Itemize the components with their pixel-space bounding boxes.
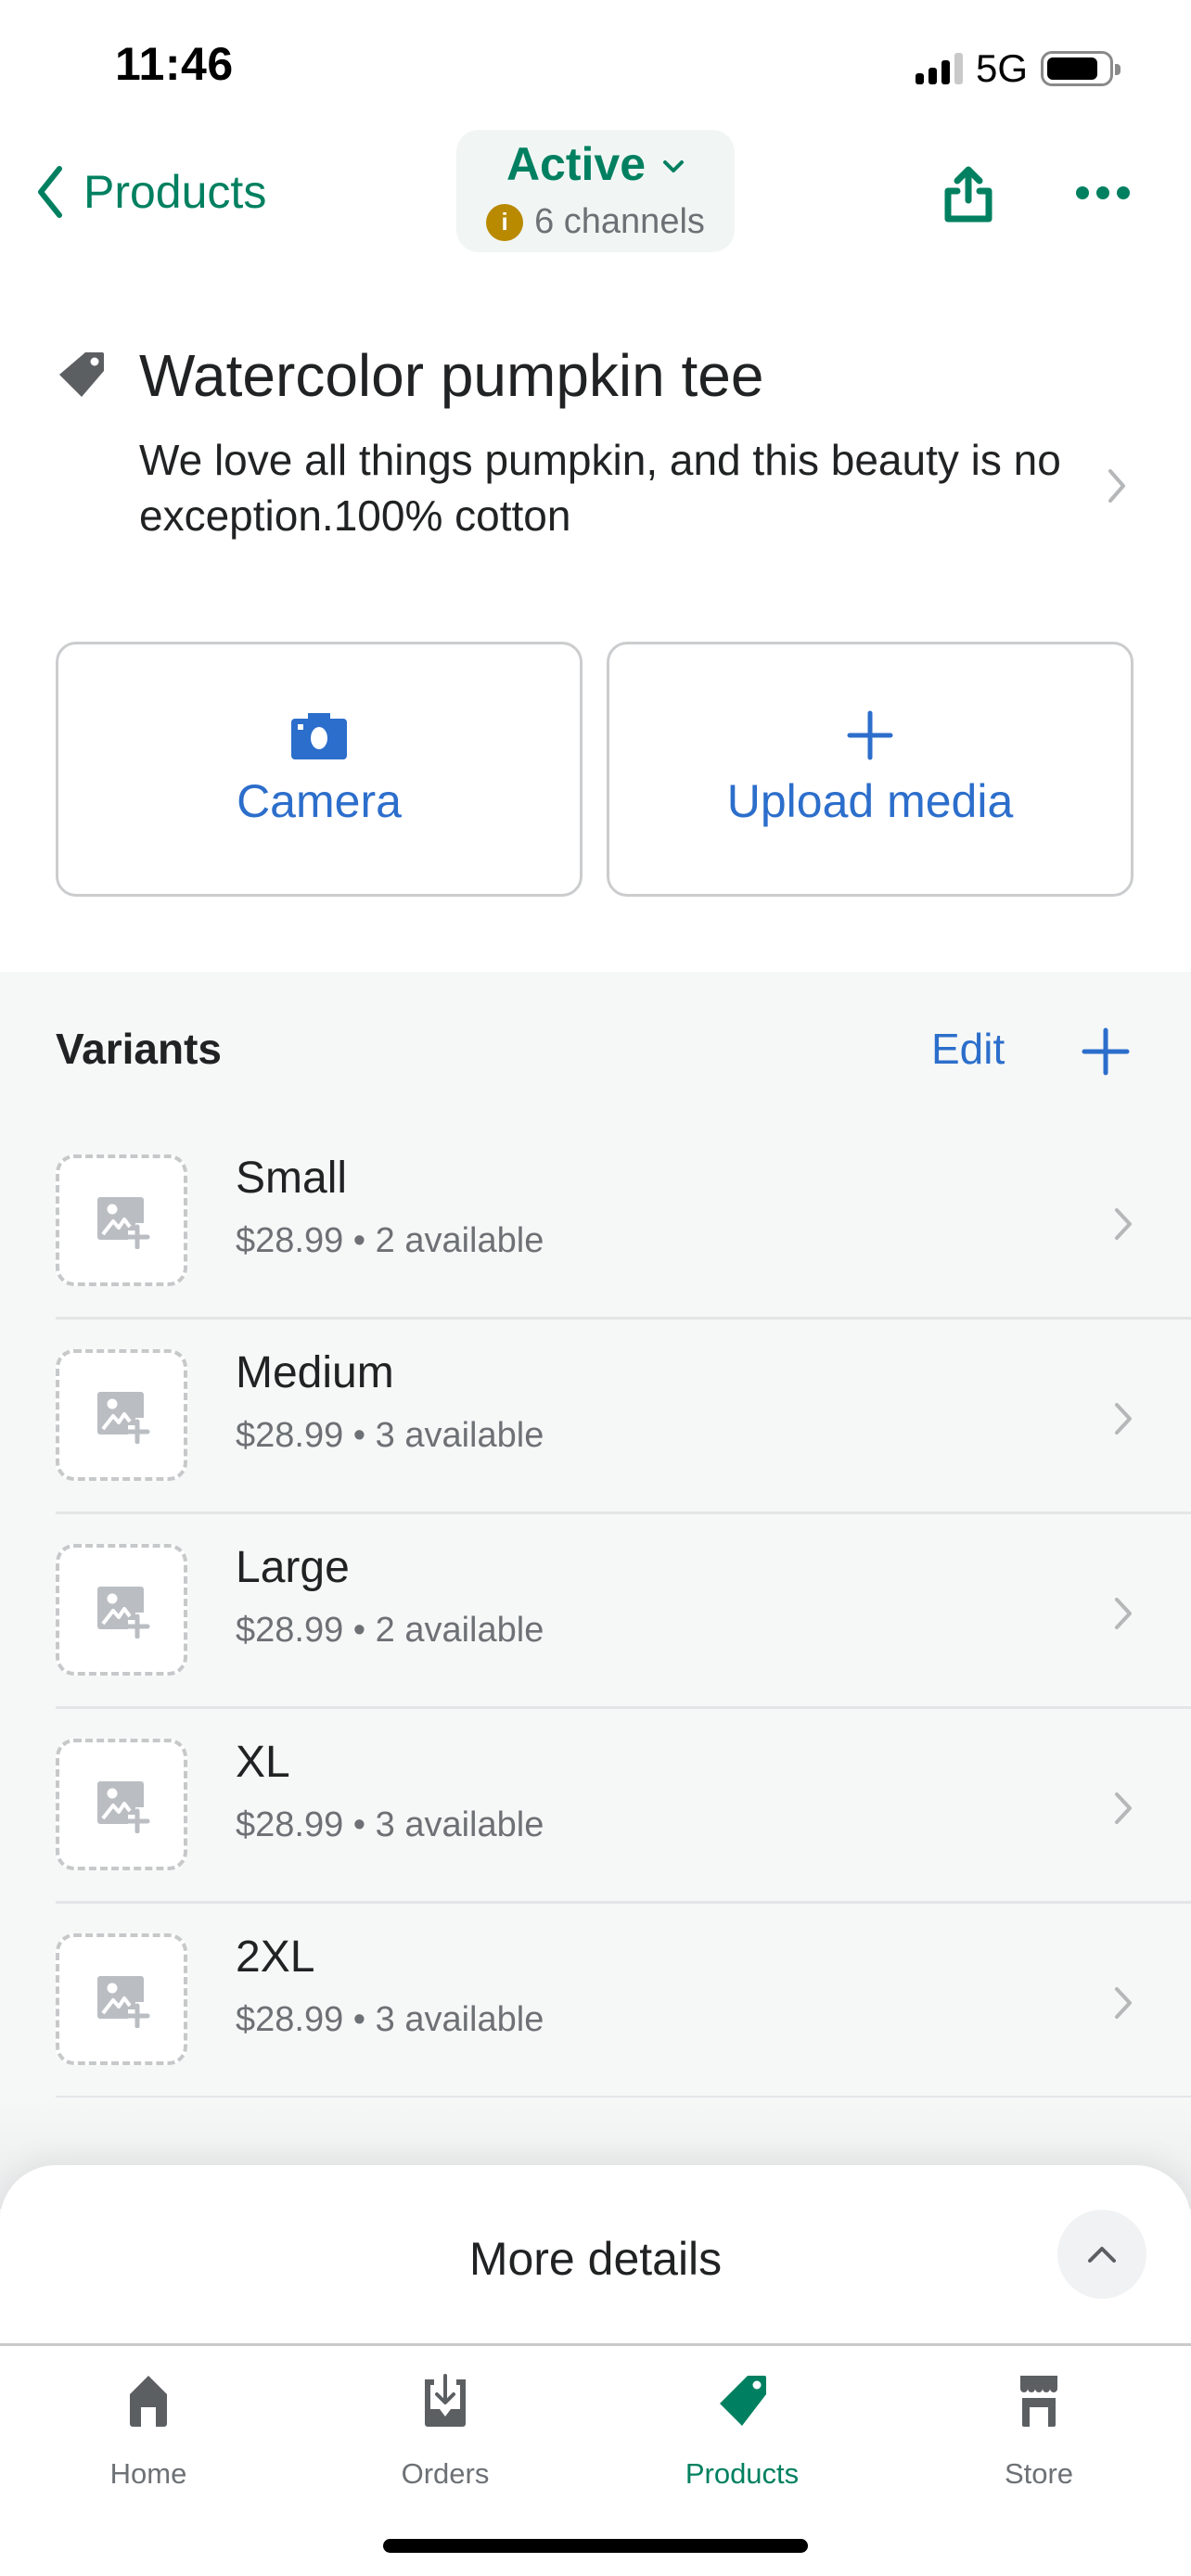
battery-icon bbox=[1041, 51, 1121, 86]
upload-media-label: Upload media bbox=[726, 775, 1014, 827]
network-type: 5G bbox=[975, 46, 1028, 90]
navigation-bar: Products Active i 6 channels bbox=[0, 130, 1191, 255]
chevron-right-icon bbox=[1115, 1987, 1132, 2019]
chevron-right-icon bbox=[1108, 469, 1125, 503]
more-details-title: More details bbox=[468, 2233, 723, 2285]
camera-icon bbox=[291, 713, 347, 759]
product-title-block[interactable]: Watercolor pumpkin tee We love all thing… bbox=[0, 334, 1191, 556]
tag-icon bbox=[720, 2376, 766, 2426]
variant-image-placeholder[interactable] bbox=[56, 1349, 187, 1481]
variant-image-placeholder[interactable] bbox=[56, 1544, 187, 1676]
chevron-down-icon bbox=[663, 160, 685, 172]
upload-media-button[interactable]: Upload media bbox=[607, 642, 1133, 897]
signal-icon bbox=[915, 53, 963, 84]
info-icon: i bbox=[486, 203, 524, 241]
chevron-right-icon bbox=[1115, 1208, 1132, 1240]
variant-price-availability: $28.99 • 3 available bbox=[236, 1416, 544, 1455]
add-image-icon bbox=[97, 1587, 150, 1639]
add-image-icon bbox=[97, 1781, 150, 1833]
product-status: Active bbox=[506, 138, 647, 190]
plus-icon bbox=[847, 710, 893, 760]
status-time: 11:46 bbox=[115, 38, 234, 90]
edit-variants-button[interactable]: Edit bbox=[931, 1024, 1005, 1074]
tab-label: Orders bbox=[401, 2457, 490, 2490]
share-icon bbox=[944, 166, 992, 223]
variant-name: Medium bbox=[236, 1348, 394, 1397]
chevron-right-icon bbox=[1115, 1403, 1132, 1435]
store-icon bbox=[1020, 2376, 1057, 2427]
more-details-sheet[interactable]: More details bbox=[0, 2165, 1191, 2344]
variant-name: XL bbox=[236, 1738, 290, 1787]
tab-label: Home bbox=[109, 2457, 187, 2490]
variant-image-placeholder[interactable] bbox=[56, 1933, 187, 2065]
share-button[interactable] bbox=[939, 165, 998, 224]
status-bar: 11:46 5G bbox=[0, 0, 1191, 130]
variant-row[interactable]: XL $28.99 • 3 available bbox=[0, 1709, 1191, 1904]
add-image-icon bbox=[97, 1197, 150, 1249]
camera-label: Camera bbox=[237, 775, 402, 827]
product-title: Watercolor pumpkin tee bbox=[139, 342, 764, 409]
variant-row[interactable]: 2XL $28.99 • 3 available bbox=[0, 1904, 1191, 2098]
add-image-icon bbox=[97, 1976, 150, 2028]
channels-count: 6 channels bbox=[534, 202, 705, 241]
chevron-left-icon bbox=[38, 166, 62, 218]
status-dropdown[interactable]: Active i 6 channels bbox=[456, 130, 735, 252]
home-indicator bbox=[383, 2539, 808, 2553]
back-button[interactable]: Products bbox=[33, 165, 266, 219]
variant-price-availability: $28.99 • 3 available bbox=[236, 1805, 544, 1844]
tab-label: Store bbox=[1004, 2457, 1074, 2490]
variant-image-placeholder[interactable] bbox=[56, 1739, 187, 1870]
variant-price-availability: $28.99 • 2 available bbox=[236, 1221, 544, 1260]
expand-sheet-button[interactable] bbox=[1057, 2210, 1146, 2299]
chevron-right-icon bbox=[1115, 1792, 1132, 1824]
ellipsis-icon bbox=[1076, 186, 1089, 199]
tab-products[interactable]: Products bbox=[649, 2372, 835, 2502]
chevron-right-icon bbox=[1115, 1598, 1132, 1629]
camera-button[interactable]: Camera bbox=[56, 642, 583, 897]
variant-row[interactable]: Small $28.99 • 2 available bbox=[0, 1125, 1191, 1320]
tab-label: Products bbox=[685, 2457, 800, 2490]
tab-home[interactable]: Home bbox=[56, 2372, 241, 2502]
variant-price-availability: $28.99 • 2 available bbox=[236, 1611, 544, 1650]
add-variant-button[interactable] bbox=[1082, 1027, 1130, 1076]
variants-section: Variants Edit Small $28.99 • 2 available M… bbox=[0, 972, 1191, 2098]
variants-heading: Variants bbox=[56, 1025, 222, 1073]
variant-name: 2XL bbox=[236, 1932, 315, 1982]
tag-icon bbox=[59, 352, 104, 397]
tab-store[interactable]: Store bbox=[946, 2372, 1132, 2502]
tab-orders[interactable]: Orders bbox=[352, 2372, 538, 2502]
orders-icon bbox=[425, 2374, 466, 2427]
status-indicators: 5G bbox=[915, 46, 1121, 91]
variant-name: Large bbox=[236, 1543, 350, 1592]
add-image-icon bbox=[97, 1392, 150, 1444]
variant-name: Small bbox=[236, 1154, 348, 1203]
home-icon bbox=[130, 2376, 167, 2427]
variant-image-placeholder[interactable] bbox=[56, 1154, 187, 1286]
variant-price-availability: $28.99 • 3 available bbox=[236, 2000, 544, 2039]
chevron-up-icon bbox=[1088, 2247, 1116, 2263]
more-options-button[interactable] bbox=[1076, 174, 1143, 211]
product-description: We love all things pumpkin, and this bea… bbox=[139, 436, 1061, 540]
variant-row[interactable]: Large $28.99 • 2 available bbox=[0, 1514, 1191, 1709]
variant-row[interactable]: Medium $28.99 • 3 available bbox=[0, 1320, 1191, 1514]
back-label: Products bbox=[83, 166, 267, 218]
